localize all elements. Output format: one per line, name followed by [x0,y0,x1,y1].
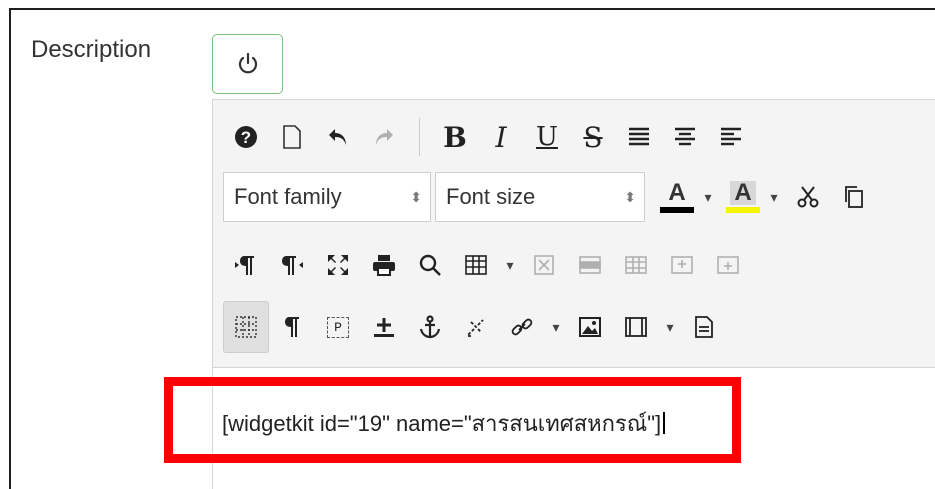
strikethrough-button[interactable]: S [570,111,616,163]
rtl-paragraph-icon[interactable] [269,239,315,291]
toolbar-row-2: Font family ⬍ Font size ⬍ A ▾ A ▾ [223,168,877,226]
description-label: Description [31,36,152,63]
help-icon[interactable]: ? [223,111,269,163]
align-center-icon[interactable] [662,111,708,163]
font-family-label: Font family [234,184,342,209]
toggle-editor-button[interactable] [212,34,283,94]
background-color-icon: A [730,181,756,205]
show-blocks-icon[interactable]: P [315,301,361,353]
insert-row-before-icon[interactable] [659,239,705,291]
align-justify-icon[interactable] [616,111,662,163]
print-icon[interactable] [361,239,407,291]
background-color-swatch [726,207,760,213]
highlight-annotation-box [164,377,741,463]
chevron-down-icon[interactable]: ▾ [763,171,785,223]
ltr-paragraph-icon[interactable] [223,239,269,291]
power-icon [238,52,257,74]
image-icon[interactable] [567,301,613,353]
undo-icon[interactable] [315,111,361,163]
font-family-select[interactable]: Font family ⬍ [223,172,431,222]
delete-table-icon[interactable] [521,239,567,291]
select-arrows-icon: ⬍ [624,188,636,205]
row-properties-icon[interactable] [567,239,613,291]
chevron-down-icon[interactable]: ▾ [545,301,567,353]
svg-text:?: ? [241,128,251,147]
search-icon[interactable] [407,239,453,291]
media-icon[interactable] [613,301,659,353]
copy-icon[interactable] [831,171,877,223]
font-size-select[interactable]: Font size ⬍ [435,172,645,222]
cut-icon[interactable] [785,171,831,223]
text-color-swatch [660,207,694,213]
fullscreen-icon[interactable] [315,239,361,291]
text-color-icon: A [668,179,686,206]
redo-icon[interactable] [361,111,407,163]
chevron-down-icon[interactable]: ▾ [659,301,681,353]
cell-properties-icon[interactable] [613,239,659,291]
insert-icon[interactable] [361,301,407,353]
pilcrow-icon[interactable] [269,301,315,353]
toolbar-row-4: P ▾ ▾ [223,298,727,356]
editor-toolbar: ? B I U S Font family ⬍ Font size ⬍ A ▾ … [213,100,935,368]
insert-row-after-icon[interactable] [705,239,751,291]
font-size-label: Font size [446,184,536,209]
text-color-button[interactable]: A [657,171,697,223]
italic-button[interactable]: I [478,111,524,163]
underline-button[interactable]: U [524,111,570,163]
toolbar-row-3: ▾ [223,236,751,294]
toolbar-row-1: ? B I U S [223,108,754,166]
chevron-down-icon[interactable]: ▾ [499,239,521,291]
visual-aid-icon[interactable] [223,301,269,353]
link-icon[interactable] [499,301,545,353]
table-icon[interactable] [453,239,499,291]
template-document-icon[interactable] [681,301,727,353]
new-document-icon[interactable] [269,111,315,163]
bold-button[interactable]: B [432,111,478,163]
paragraph-block-label: P [327,316,349,338]
select-arrows-icon: ⬍ [410,188,422,205]
background-color-button[interactable]: A [723,171,763,223]
anchor-icon[interactable] [407,301,453,353]
align-left-icon[interactable] [708,111,754,163]
toolbar-separator [419,118,420,156]
chevron-down-icon[interactable]: ▾ [697,171,719,223]
unlink-icon[interactable] [453,301,499,353]
